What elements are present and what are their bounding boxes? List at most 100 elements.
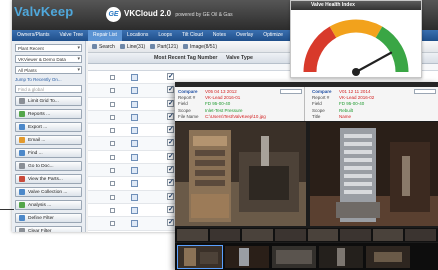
menu-item-optimize[interactable]: Optimize <box>258 30 288 41</box>
image-thumbnail[interactable] <box>319 245 363 268</box>
filter-icon <box>19 98 25 104</box>
row-check-icon[interactable]: ✓ <box>167 73 174 80</box>
row-check-icon[interactable]: ✓ <box>167 205 174 213</box>
menu-item-notes[interactable]: Notes <box>208 30 231 41</box>
toolbar-line-button[interactable]: Line(31) <box>119 44 145 50</box>
row-select-checkbox[interactable] <box>110 75 115 80</box>
sidebar-button-find[interactable]: Find ... <box>15 148 82 158</box>
export-icon <box>19 124 25 130</box>
row-select-checkbox[interactable] <box>110 114 115 120</box>
row-check-icon[interactable]: ✓ <box>167 166 174 174</box>
toolbar-image-button[interactable]: Image(8/51) <box>183 44 217 50</box>
sidebar-button-valve-collection[interactable]: Valve Collection ... <box>15 187 82 197</box>
menu-item-tilt-cloud[interactable]: Tilt Cloud <box>177 30 208 41</box>
menu-item-repair-list[interactable]: Repair List <box>88 30 122 41</box>
sidebar-search-input[interactable]: Find a global <box>15 85 82 93</box>
image-thumbnail[interactable] <box>225 245 269 268</box>
find-icon <box>19 150 25 156</box>
row-check-icon[interactable]: ✓ <box>167 126 174 134</box>
jump-to-link[interactable]: Jump To Recently On... <box>15 77 82 82</box>
toolbar-search-button[interactable]: Search <box>92 44 115 50</box>
document-icon[interactable] <box>131 206 138 214</box>
plant-select[interactable]: Plant Recent <box>15 44 82 52</box>
sidebar-button-clear-filter[interactable]: Clear Filter <box>15 226 82 232</box>
film-frame[interactable] <box>372 229 404 241</box>
film-frame[interactable] <box>242 229 273 241</box>
thumbnail-image <box>319 245 363 268</box>
menu-item-overlay[interactable]: Overlay <box>231 30 258 41</box>
document-icon[interactable] <box>131 140 138 148</box>
row-check-icon[interactable]: ✓ <box>167 139 174 147</box>
thumbnail-image <box>272 245 316 268</box>
compare-dropdown[interactable] <box>280 89 302 94</box>
film-frame[interactable] <box>340 229 371 241</box>
area-select[interactable]: All Plants <box>15 66 82 74</box>
filter-icon <box>19 215 25 221</box>
sidebar-button-analysis[interactable]: Analysis ... <box>15 200 82 210</box>
document-icon[interactable] <box>131 180 138 188</box>
app-logo[interactable]: ValvKeep <box>14 4 73 19</box>
info-key: File Name <box>178 113 199 119</box>
image-thumbnail[interactable] <box>366 245 410 268</box>
image-thumbnail[interactable] <box>272 245 316 268</box>
inspection-photo-after[interactable] <box>310 122 438 226</box>
row-check-icon[interactable]: ✓ <box>167 86 174 94</box>
report-icon <box>19 111 25 117</box>
sidebar-button-define-filter[interactable]: Define Filter <box>15 213 82 223</box>
sidebar-button-view-the-parts[interactable]: View the Parts... <box>15 174 82 184</box>
toolbar-label: Image(8/51) <box>190 43 218 50</box>
document-icon[interactable] <box>131 220 138 228</box>
document-icon[interactable] <box>131 113 138 121</box>
document-icon[interactable] <box>131 167 138 175</box>
row-select-checkbox[interactable] <box>110 181 115 187</box>
sidebar-button-reports[interactable]: Reports ... <box>15 109 82 119</box>
menu-item-locations[interactable]: Locations <box>122 30 153 41</box>
sidebar-button-export[interactable]: Export ... <box>15 122 82 132</box>
row-check-icon[interactable]: ✓ <box>167 192 174 200</box>
sidebar-button-limit-grid-to[interactable]: Limit Grid To... <box>15 96 82 106</box>
column-header-valve-type[interactable]: Valve Type <box>226 55 253 61</box>
film-frame[interactable] <box>177 229 208 241</box>
toolbar-part-button[interactable]: Part(121) <box>150 44 178 50</box>
user-select[interactable]: VKViewer & Demo Data <box>15 55 82 63</box>
row-check-icon[interactable]: ✓ <box>167 112 174 120</box>
sidebar-button-label: Email ... <box>28 137 46 143</box>
row-check-icon[interactable]: ✓ <box>167 219 174 227</box>
image-thumbnail[interactable] <box>177 244 223 269</box>
screenshot-stage: ValvKeep GE VKCloud 2.0 powered by GE Oi… <box>0 0 438 270</box>
row-select-checkbox[interactable] <box>110 141 115 147</box>
row-check-icon[interactable]: ✓ <box>167 99 174 107</box>
row-select-checkbox[interactable] <box>110 88 115 94</box>
film-frame[interactable] <box>405 229 436 241</box>
compare-dropdown[interactable] <box>414 89 436 94</box>
document-icon[interactable] <box>131 74 138 81</box>
film-frame[interactable] <box>307 229 339 241</box>
row-select-checkbox[interactable] <box>110 168 115 174</box>
row-select-checkbox[interactable] <box>110 221 115 227</box>
menu-item-valve-tree[interactable]: Valve Tree <box>55 30 89 41</box>
inspection-photo-before[interactable] <box>175 122 306 226</box>
film-frame[interactable] <box>209 229 241 241</box>
film-frame[interactable] <box>274 229 306 241</box>
row-select-checkbox[interactable] <box>110 128 115 134</box>
document-icon[interactable] <box>131 153 138 161</box>
app-title-text: VKCloud 2.0 <box>124 9 172 18</box>
row-select-checkbox[interactable] <box>110 207 115 213</box>
menu-item-loops[interactable]: Loops <box>153 30 177 41</box>
column-header-tag[interactable]: Most Recent Tag Number <box>154 55 217 61</box>
row-select-checkbox[interactable] <box>110 154 115 160</box>
row-select-checkbox[interactable] <box>110 194 115 200</box>
document-icon[interactable] <box>131 87 138 95</box>
info-value: Rebuilt <box>339 107 354 113</box>
document-icon[interactable] <box>131 100 138 108</box>
menu-item-owners-plants[interactable]: Owners/Plants <box>12 30 55 41</box>
row-check-icon[interactable]: ✓ <box>167 179 174 187</box>
sidebar-button-email[interactable]: Email ... <box>15 135 82 145</box>
info-key: Compare <box>178 89 198 94</box>
document-icon[interactable] <box>131 193 138 201</box>
row-check-icon[interactable]: ✓ <box>167 152 174 160</box>
document-icon[interactable] <box>131 127 138 135</box>
row-select-checkbox[interactable] <box>110 101 115 107</box>
sidebar-button-label: Go to Doc... <box>28 163 54 169</box>
sidebar-button-go-to-doc[interactable]: Go to Doc... <box>15 161 82 171</box>
